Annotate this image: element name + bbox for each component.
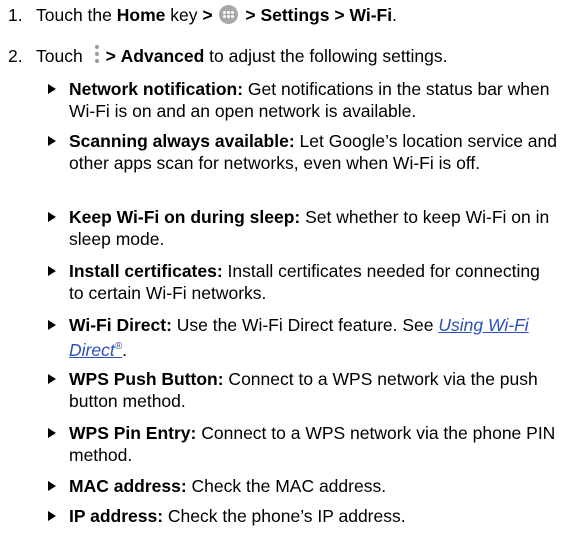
setting-description: Use the Wi-Fi Direct feature. See [171,315,439,335]
step-number: 2. [8,46,23,66]
list-item: Keep Wi-Fi on during sleep: Set whether … [48,206,558,250]
setting-term: Install certificates: [69,261,223,281]
bullet-arrow-icon [48,266,56,276]
step-number: 1. [8,5,23,25]
step-text: Touch [36,46,88,66]
settings-label: Settings [260,5,330,25]
bullet-arrow-icon [48,511,56,521]
setting-term: MAC address: [69,476,187,496]
advanced-label: Advanced [120,46,205,66]
list-item: Network notification: Get notifications … [48,78,558,122]
list-item: WPS Push Button: Connect to a WPS networ… [48,368,558,412]
bullet-arrow-icon [48,320,56,330]
setting-term: Scanning always available: [69,131,295,151]
list-item: Wi-Fi Direct: Use the Wi-Fi Direct featu… [48,314,558,361]
list-item: IP address: Check the phone’s IP address… [48,505,558,527]
step-1: 1. Touch the Home key > > Settings > Wi-F… [8,5,397,25]
apps-grid-icon [219,5,239,24]
list-item: MAC address: Check the MAC address. [48,475,558,497]
setting-term: WPS Push Button: [69,369,224,389]
setting-term: Wi-Fi Direct: [69,315,172,335]
bullet-arrow-icon [48,136,56,146]
bullet-arrow-icon [48,428,56,438]
list-item: Scanning always available: Let Google’s … [48,130,558,174]
setting-term: Network notification: [69,79,244,99]
bullet-arrow-icon [48,374,56,384]
menu-vertical-dots-icon [92,44,102,64]
list-item: WPS Pin Entry: Connect to a WPS network … [48,422,558,466]
step-text: Touch the [36,5,117,25]
bullet-arrow-icon [48,212,56,222]
step-2: 2. Touch > Advanced to adjust the followi… [8,44,448,66]
bullet-arrow-icon [48,481,56,491]
setting-term: WPS Pin Entry: [69,423,197,443]
setting-description: Check the phone’s IP address. [163,506,406,526]
setting-term: Keep Wi-Fi on during sleep: [69,207,301,227]
home-key-label: Home [116,5,166,25]
wifi-label: Wi-Fi [349,5,393,25]
setting-term: IP address: [69,506,164,526]
setting-description: Check the MAC address. [186,476,387,496]
list-item: Install certificates: Install certificat… [48,260,558,304]
bullet-arrow-icon [48,84,56,94]
